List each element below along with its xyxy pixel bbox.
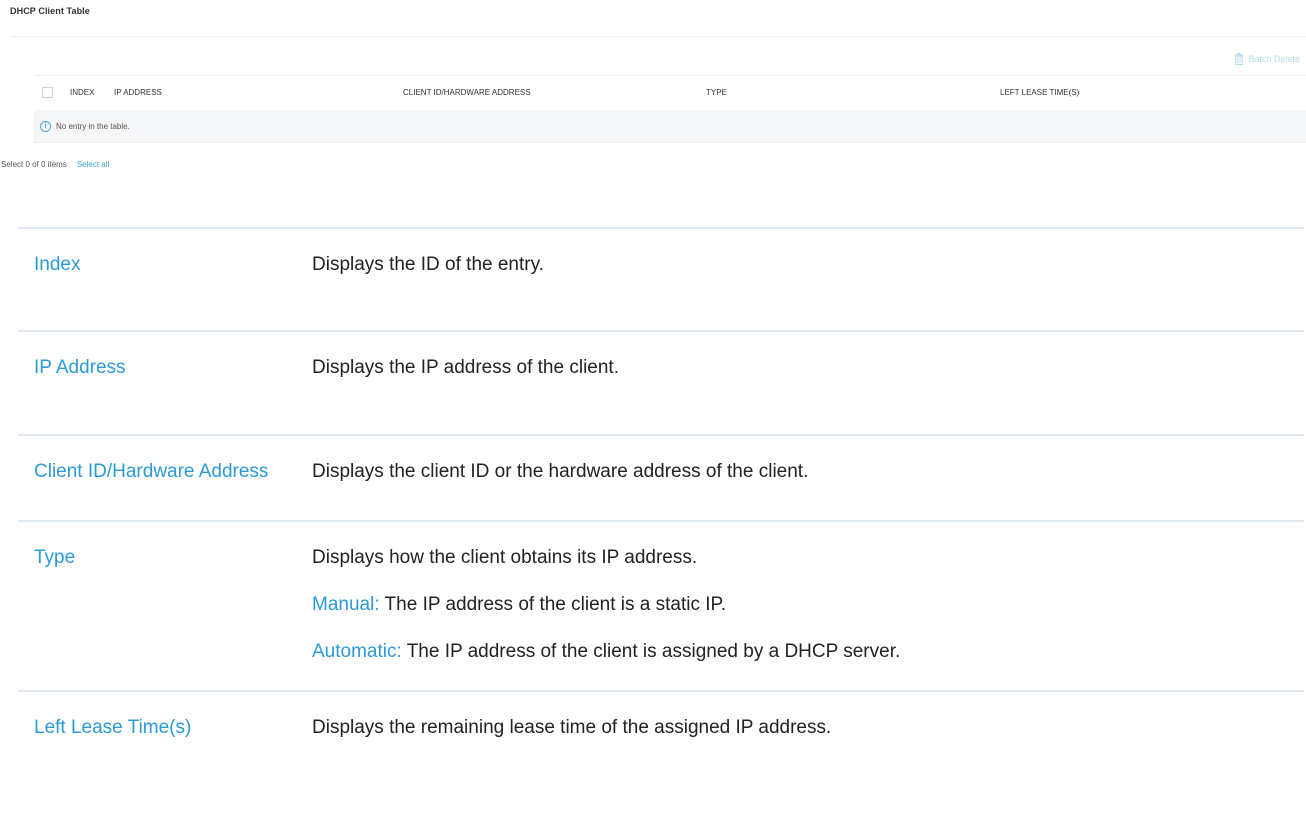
definition-type: Displays how the client obtains its IP a…	[312, 522, 1304, 690]
description-row-ip-address: IP Address Displays the IP address of th…	[18, 330, 1304, 434]
column-header-client-id[interactable]: CLIENT ID/HARDWARE ADDRESS	[403, 88, 531, 97]
column-header-left-lease-time[interactable]: LEFT LEASE TIME(S)	[1000, 88, 1079, 97]
term-type: Type	[34, 547, 76, 568]
definition-index: Displays the ID of the entry.	[312, 229, 1304, 330]
definition-left-lease-time: Displays the remaining lease time of the…	[312, 692, 1304, 790]
term-index: Index	[34, 254, 81, 275]
selection-summary: Select 0 of 0 items	[1, 160, 67, 169]
definition-ip-address: Displays the IP address of the client.	[312, 332, 1304, 434]
type-option-automatic: Automatic: The IP address of the client …	[312, 639, 1304, 664]
definition-text: Displays the remaining lease time of the…	[312, 717, 832, 738]
option-keyword: Manual:	[312, 594, 380, 615]
select-all-link[interactable]: Select all	[77, 160, 109, 169]
description-row-type: Type Displays how the client obtains its…	[18, 520, 1304, 690]
batch-delete-button[interactable]: Batch Delete	[1234, 53, 1300, 65]
definition-client-id: Displays the client ID or the hardware a…	[312, 436, 1304, 520]
term-ip-address: IP Address	[34, 357, 126, 378]
definition-text: Displays how the client obtains its IP a…	[312, 547, 698, 568]
description-row-left-lease-time: Left Lease Time(s) Displays the remainin…	[18, 690, 1304, 790]
panel-title: DHCP Client Table	[10, 6, 90, 16]
empty-table-row: i No entry in the table.	[34, 110, 1306, 143]
table-footer: Select 0 of 0 items Select all	[1, 160, 109, 169]
column-header-index[interactable]: INDEX	[70, 88, 94, 97]
type-option-manual: Manual: The IP address of the client is …	[312, 592, 1304, 617]
info-icon: i	[40, 120, 51, 132]
option-text: The IP address of the client is a static…	[379, 594, 727, 615]
column-header-type[interactable]: TYPE	[706, 88, 727, 97]
description-row-index: Index Displays the ID of the entry.	[18, 227, 1304, 330]
term-left-lease-time: Left Lease Time(s)	[34, 717, 192, 738]
batch-delete-label: Batch Delete	[1248, 54, 1300, 64]
term-client-id: Client ID/Hardware Address	[34, 461, 269, 482]
definition-text: Displays the IP address of the client.	[312, 357, 619, 378]
definition-text: Displays the ID of the entry.	[312, 254, 544, 275]
column-header-ip-address[interactable]: IP ADDRESS	[114, 88, 162, 97]
definition-text: Displays the client ID or the hardware a…	[312, 461, 809, 482]
dhcp-client-table-panel: DHCP Client Table Batch Delete INDEX IP …	[0, 0, 1306, 185]
table-header: INDEX IP ADDRESS CLIENT ID/HARDWARE ADDR…	[34, 75, 1306, 111]
trash-icon	[1235, 53, 1244, 65]
empty-table-message: No entry in the table.	[56, 121, 130, 131]
option-keyword: Automatic:	[312, 641, 402, 662]
option-text: The IP address of the client is assigned…	[401, 641, 901, 662]
select-all-checkbox[interactable]	[42, 87, 53, 98]
title-divider	[10, 36, 1306, 37]
field-description-table: Index Displays the ID of the entry. IP A…	[18, 227, 1304, 790]
description-row-client-id: Client ID/Hardware Address Displays the …	[18, 434, 1304, 520]
